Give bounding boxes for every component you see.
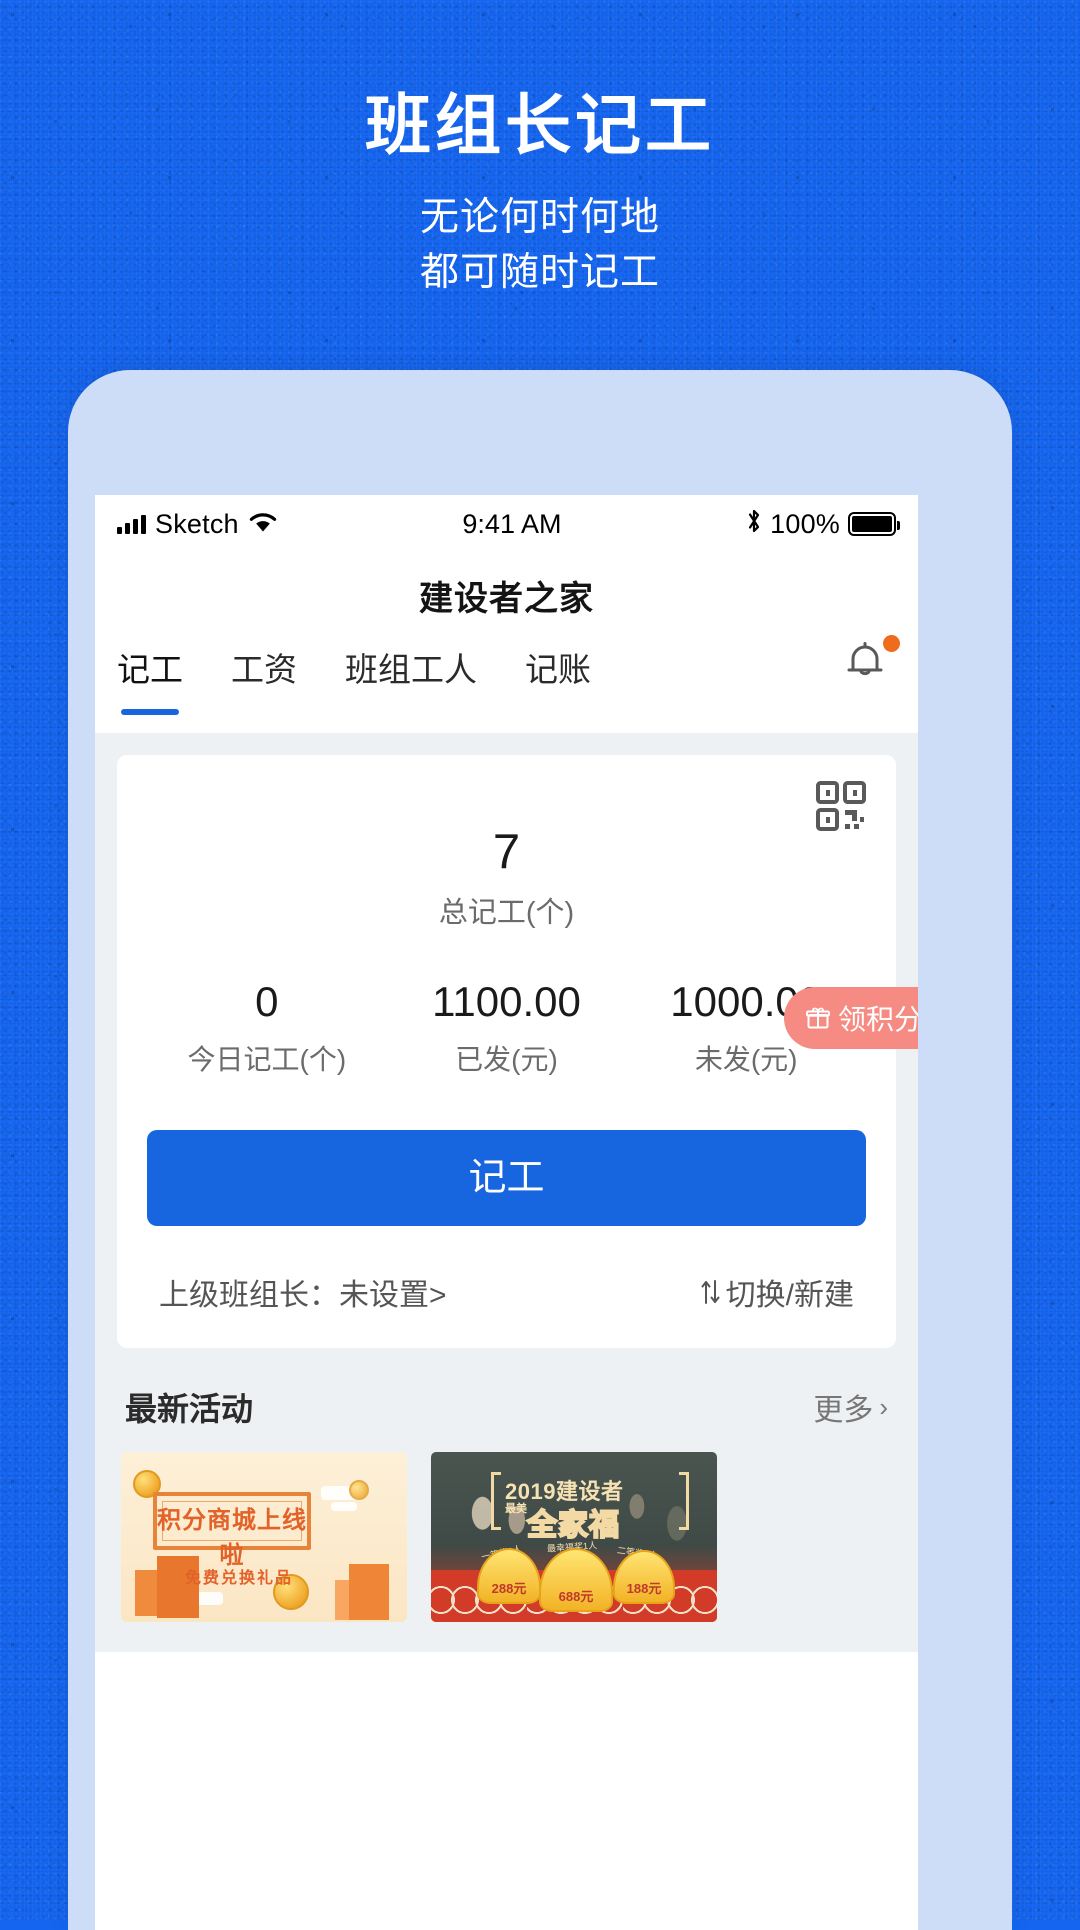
activity-banner-list: 积分商城上线啦 免费兑换礼品 2019建设者 最美 全家福 一等奖2人 最幸福奖…: [95, 1451, 918, 1652]
switch-create-label: 切换/新建: [725, 1278, 854, 1312]
qr-code-icon[interactable]: [816, 781, 866, 831]
tab-label: 记工: [117, 651, 183, 688]
activity-more-button[interactable]: 更多 ›: [813, 1385, 888, 1429]
metric-today: 0 今日记工(个): [147, 979, 387, 1077]
record-work-button[interactable]: 记工: [147, 1129, 866, 1226]
phone-mockup: Sketch 9:41 AM 100% 建设者之家 记工 工资 班组工人 记账 …: [68, 370, 1012, 1930]
status-bar-right: 100%: [746, 508, 900, 541]
swap-vertical-icon: [701, 1279, 720, 1304]
tab-gongzi[interactable]: 工资: [231, 637, 297, 691]
banner-small-label: 最美: [505, 1502, 527, 1515]
banner-points-mall[interactable]: 积分商城上线啦 免费兑换礼品: [121, 1451, 407, 1622]
metric-label: 已发(元): [455, 1043, 558, 1075]
banner-subline: 免费兑换礼品: [185, 1569, 294, 1587]
metric-value: 1100.00: [432, 978, 581, 1026]
battery-percent-label: 100%: [770, 508, 840, 539]
total-stat: 7 总记工(个): [147, 825, 866, 931]
status-bar-time: 9:41 AM: [462, 508, 562, 539]
activity-section-header: 最新活动 更多 ›: [121, 1384, 892, 1430]
signal-bars-icon: [117, 514, 146, 534]
coin-icon: [349, 1479, 369, 1500]
chevron-right-icon: ›: [879, 1391, 888, 1422]
tab-jigong[interactable]: 记工: [117, 637, 183, 715]
main-content: 7 总记工(个) 0 今日记工(个) 1100.00 已发(元) 1000.00…: [95, 733, 918, 1652]
tab-list: 记工 工资 班组工人 记账: [117, 637, 840, 715]
notification-badge-dot: [883, 635, 900, 652]
tab-bar: 记工 工资 班组工人 记账: [95, 635, 918, 733]
claim-points-button[interactable]: 领积分: [783, 987, 918, 1049]
hero-subtitle-line-1: 无论何时何地: [419, 195, 660, 239]
claim-points-label: 领积分: [837, 1004, 918, 1035]
supervisor-link[interactable]: 上级班组长：未设置>: [159, 1270, 447, 1314]
hero-subtitle-line-2: 都可随时记工: [419, 251, 660, 295]
page-title: 班组长记工: [365, 88, 715, 162]
tab-jizhang[interactable]: 记账: [525, 637, 591, 691]
activity-more-label: 更多: [813, 1393, 874, 1427]
hero-subtitle: 无论何时何地 都可随时记工: [0, 190, 1080, 301]
banner-family-photo[interactable]: 2019建设者 最美 全家福 一等奖2人 最幸福奖1人 二等奖5人 288元 1…: [431, 1451, 717, 1622]
metrics-row: 0 今日记工(个) 1100.00 已发(元) 1000.00 未发(元): [147, 979, 866, 1077]
tab-banzugongren[interactable]: 班组工人: [345, 637, 477, 691]
notification-button[interactable]: [840, 635, 900, 691]
banner-headline: 全家福: [526, 1508, 620, 1543]
tab-label: 工资: [231, 651, 297, 688]
total-value: 7: [492, 825, 521, 879]
status-bar-left: Sketch: [117, 509, 278, 540]
metric-paid: 1100.00 已发(元): [387, 979, 627, 1077]
stats-card: 7 总记工(个) 0 今日记工(个) 1100.00 已发(元) 1000.00…: [117, 755, 918, 1348]
phone-screen: Sketch 9:41 AM 100% 建设者之家 记工 工资 班组工人 记账 …: [95, 495, 918, 1930]
activity-title: 最新活动: [125, 1390, 254, 1427]
wifi-icon: [248, 509, 278, 540]
tab-label: 记账: [525, 651, 591, 688]
total-label: 总记工(个): [438, 897, 575, 930]
gift-box-shape: [349, 1563, 389, 1620]
metric-label: 今日记工(个): [187, 1043, 347, 1075]
bluetooth-icon: [746, 508, 762, 541]
qr-row: [147, 781, 866, 831]
banner-headline: 积分商城上线啦: [157, 1506, 307, 1569]
switch-create-button[interactable]: 切换/新建: [700, 1270, 854, 1314]
metric-value: 0: [255, 978, 279, 1026]
battery-full-icon: [848, 512, 900, 536]
card-footer: 上级班组长：未设置> 切换/新建: [147, 1270, 866, 1314]
app-header: 建设者之家: [95, 553, 918, 637]
tab-label: 班组工人: [345, 651, 477, 688]
carrier-label: Sketch: [155, 508, 239, 539]
gift-icon: [805, 1007, 830, 1029]
status-bar: Sketch 9:41 AM 100%: [95, 495, 918, 553]
app-title: 建设者之家: [419, 579, 594, 618]
bracket-left: [491, 1471, 501, 1530]
bracket-right: [679, 1471, 689, 1530]
hero-copy: 班组长记工 无论何时何地 都可随时记工: [0, 0, 1080, 301]
cloud-shape: [331, 1501, 357, 1511]
